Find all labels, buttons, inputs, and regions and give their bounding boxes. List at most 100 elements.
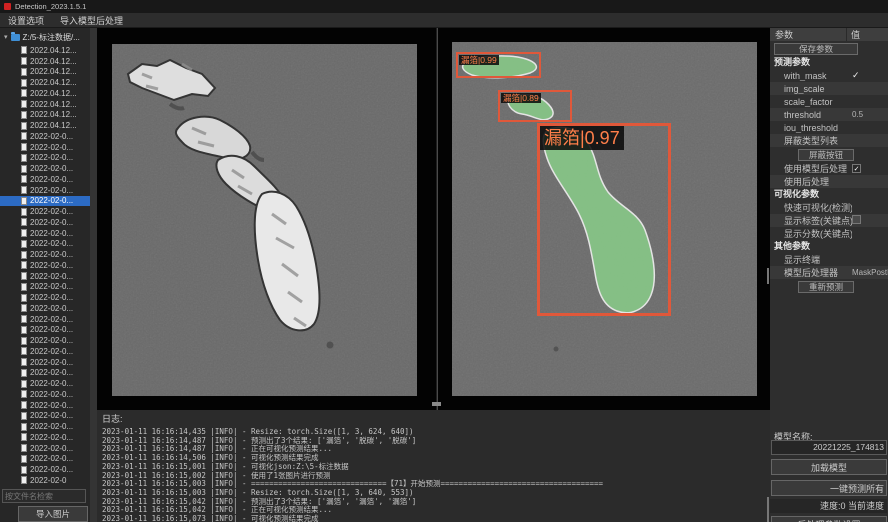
panel-scrollbar-thumb[interactable] bbox=[767, 497, 769, 522]
import-images-button[interactable]: 导入图片 bbox=[18, 506, 88, 522]
tree-file-item[interactable]: 2022-02-0... bbox=[0, 131, 90, 142]
file-icon bbox=[21, 208, 27, 216]
param-button-row: 屏蔽按钮 bbox=[770, 147, 888, 162]
tree-file-item[interactable]: 2022-02-0... bbox=[0, 217, 90, 228]
tree-file-item[interactable]: 2022-02-0... bbox=[0, 378, 90, 389]
tree-file-item[interactable]: 2022-02-0... bbox=[0, 389, 90, 400]
tree-file-item[interactable]: 2022-02-0... bbox=[0, 443, 90, 454]
file-icon bbox=[21, 476, 27, 484]
param-button[interactable]: 保存参数 bbox=[774, 43, 858, 55]
file-icon bbox=[21, 186, 27, 194]
param-section-label: 可视化参数 bbox=[770, 188, 888, 201]
tree-file-item[interactable]: 2022-02-0... bbox=[0, 282, 90, 293]
tree-root-node[interactable]: ▾ Z:/5-标注数据/... bbox=[0, 31, 80, 43]
tree-file-label: 2022-02-0... bbox=[30, 207, 73, 216]
param-button[interactable]: 重新预测 bbox=[798, 281, 854, 293]
tree-file-item[interactable]: 2022.04.12... bbox=[0, 120, 90, 131]
viewer-splitter-handle[interactable] bbox=[432, 402, 441, 406]
checkbox-checked[interactable]: ✓ bbox=[852, 164, 861, 173]
tree-file-item[interactable]: 2022-02-0... bbox=[0, 421, 90, 432]
log-panel: 日志: 2023-01-11 16:16:14,435 |INFO| - Res… bbox=[97, 410, 770, 522]
tree-scrollbar[interactable] bbox=[90, 28, 97, 522]
param-row[interactable]: 快速可视化(检测) bbox=[770, 201, 888, 214]
file-icon bbox=[21, 261, 27, 269]
chevron-down-icon[interactable]: ▾ bbox=[4, 34, 8, 41]
param-row[interactable]: 显示标签(关键点) bbox=[770, 214, 888, 227]
tree-file-item[interactable]: 2022-02-0... bbox=[0, 400, 90, 411]
search-input[interactable] bbox=[2, 489, 86, 503]
file-icon bbox=[21, 46, 27, 54]
tree-file-item[interactable]: 2022-02-0... bbox=[0, 292, 90, 303]
param-row[interactable]: 显示终端 bbox=[770, 253, 888, 266]
tree-file-item[interactable]: 2022-02-0... bbox=[0, 368, 90, 379]
tree-file-item[interactable]: 2022-02-0... bbox=[0, 260, 90, 271]
tree-file-item[interactable]: 2022-02-0... bbox=[0, 239, 90, 250]
param-row[interactable]: 显示分数(关键点) bbox=[770, 227, 888, 240]
tree-file-item[interactable]: 2022-02-0... bbox=[0, 314, 90, 325]
tree-file-item[interactable]: 2022-02-0... bbox=[0, 271, 90, 282]
param-row[interactable]: threshold0.5 bbox=[770, 108, 888, 121]
tree-file-label: 2022-02-0... bbox=[30, 250, 73, 259]
tree-file-item[interactable]: 2022-02-0... bbox=[0, 142, 90, 153]
menu-item-import-postprocess[interactable]: 导入模型后处理 bbox=[60, 14, 123, 27]
file-icon bbox=[21, 272, 27, 280]
tree-file-item[interactable]: 2022-02-0... bbox=[0, 357, 90, 368]
app-icon bbox=[4, 3, 11, 10]
file-tree-items: 2022.04.12...2022.04.12...2022.04.12...2… bbox=[0, 45, 90, 486]
param-row[interactable]: with_mask✓ bbox=[770, 69, 888, 82]
tree-file-item[interactable]: 2022-02-0... bbox=[0, 454, 90, 465]
panel-scrollbar-thumb[interactable] bbox=[767, 268, 769, 284]
tree-root-label: Z:/5-标注数据/... bbox=[23, 32, 80, 43]
param-row[interactable]: scale_factor bbox=[770, 95, 888, 108]
tree-file-label: 2022-02-0... bbox=[30, 196, 73, 205]
tree-file-item[interactable]: 2022-02-0... bbox=[0, 249, 90, 260]
file-icon bbox=[21, 175, 27, 183]
param-value: ✓ bbox=[852, 70, 888, 81]
param-row[interactable]: img_scale bbox=[770, 82, 888, 95]
tree-file-item[interactable]: 2022-02-0... bbox=[0, 303, 90, 314]
tree-file-item[interactable]: 2022-02-0 bbox=[0, 475, 90, 486]
tree-file-item[interactable]: 2022.04.12... bbox=[0, 77, 90, 88]
tree-file-item[interactable]: 2022-02-0... bbox=[0, 185, 90, 196]
file-icon bbox=[21, 347, 27, 355]
param-row[interactable]: 使用模型后处理✓ bbox=[770, 162, 888, 175]
model-name-field[interactable]: 20221225_174813 bbox=[771, 440, 887, 455]
tree-file-item[interactable]: 2022-02-0... bbox=[0, 174, 90, 185]
postprocess-settings-button[interactable]: 后处理参数设置 bbox=[771, 516, 887, 522]
log-title: 日志: bbox=[102, 412, 770, 425]
tree-file-item[interactable]: 2022-02-0... bbox=[0, 153, 90, 164]
tree-file-item[interactable]: 2022-02-0... bbox=[0, 163, 90, 174]
tree-file-label: 2022-02-0... bbox=[30, 229, 73, 238]
menu-item-settings[interactable]: 设置选项 bbox=[8, 14, 44, 27]
tree-file-item[interactable]: 2022.04.12... bbox=[0, 56, 90, 67]
tree-file-item[interactable]: 2022-02-0... bbox=[0, 325, 90, 336]
tree-file-item[interactable]: 2022-02-0... bbox=[0, 432, 90, 443]
file-icon bbox=[21, 154, 27, 162]
tree-file-item[interactable]: 2022.04.12... bbox=[0, 88, 90, 99]
param-row[interactable]: 模型后处理器MaskPostPro bbox=[770, 266, 888, 279]
tree-file-item[interactable]: 2022-02-0... bbox=[0, 335, 90, 346]
param-button[interactable]: 屏蔽按钮 bbox=[798, 149, 854, 161]
param-row[interactable]: 使用后处理 bbox=[770, 175, 888, 188]
predict-all-button[interactable]: 一键预测所有 bbox=[771, 480, 887, 496]
load-model-button[interactable]: 加载模型 bbox=[771, 459, 887, 475]
file-icon bbox=[21, 165, 27, 173]
tree-file-label: 2022-02-0... bbox=[30, 336, 73, 345]
tree-file-item[interactable]: 2022.04.12... bbox=[0, 45, 90, 56]
param-row[interactable]: 屏蔽类型列表 bbox=[770, 134, 888, 147]
checkbox-empty[interactable] bbox=[852, 215, 861, 224]
tree-file-item[interactable]: 2022-02-0... bbox=[0, 196, 90, 207]
file-icon bbox=[21, 111, 27, 119]
tree-file-item[interactable]: 2022.04.12... bbox=[0, 99, 90, 110]
tree-file-item[interactable]: 2022-02-0... bbox=[0, 228, 90, 239]
tree-file-item[interactable]: 2022.04.12... bbox=[0, 67, 90, 78]
tree-file-label: 2022-02-0... bbox=[30, 239, 73, 248]
tree-file-item[interactable]: 2022-02-0... bbox=[0, 411, 90, 422]
tree-file-item[interactable]: 2022-02-0... bbox=[0, 464, 90, 475]
file-icon bbox=[21, 218, 27, 226]
tree-file-label: 2022-02-0... bbox=[30, 358, 73, 367]
tree-file-item[interactable]: 2022-02-0... bbox=[0, 206, 90, 217]
tree-file-item[interactable]: 2022-02-0... bbox=[0, 346, 90, 357]
param-row[interactable]: iou_threshold bbox=[770, 121, 888, 134]
tree-file-item[interactable]: 2022.04.12... bbox=[0, 110, 90, 121]
